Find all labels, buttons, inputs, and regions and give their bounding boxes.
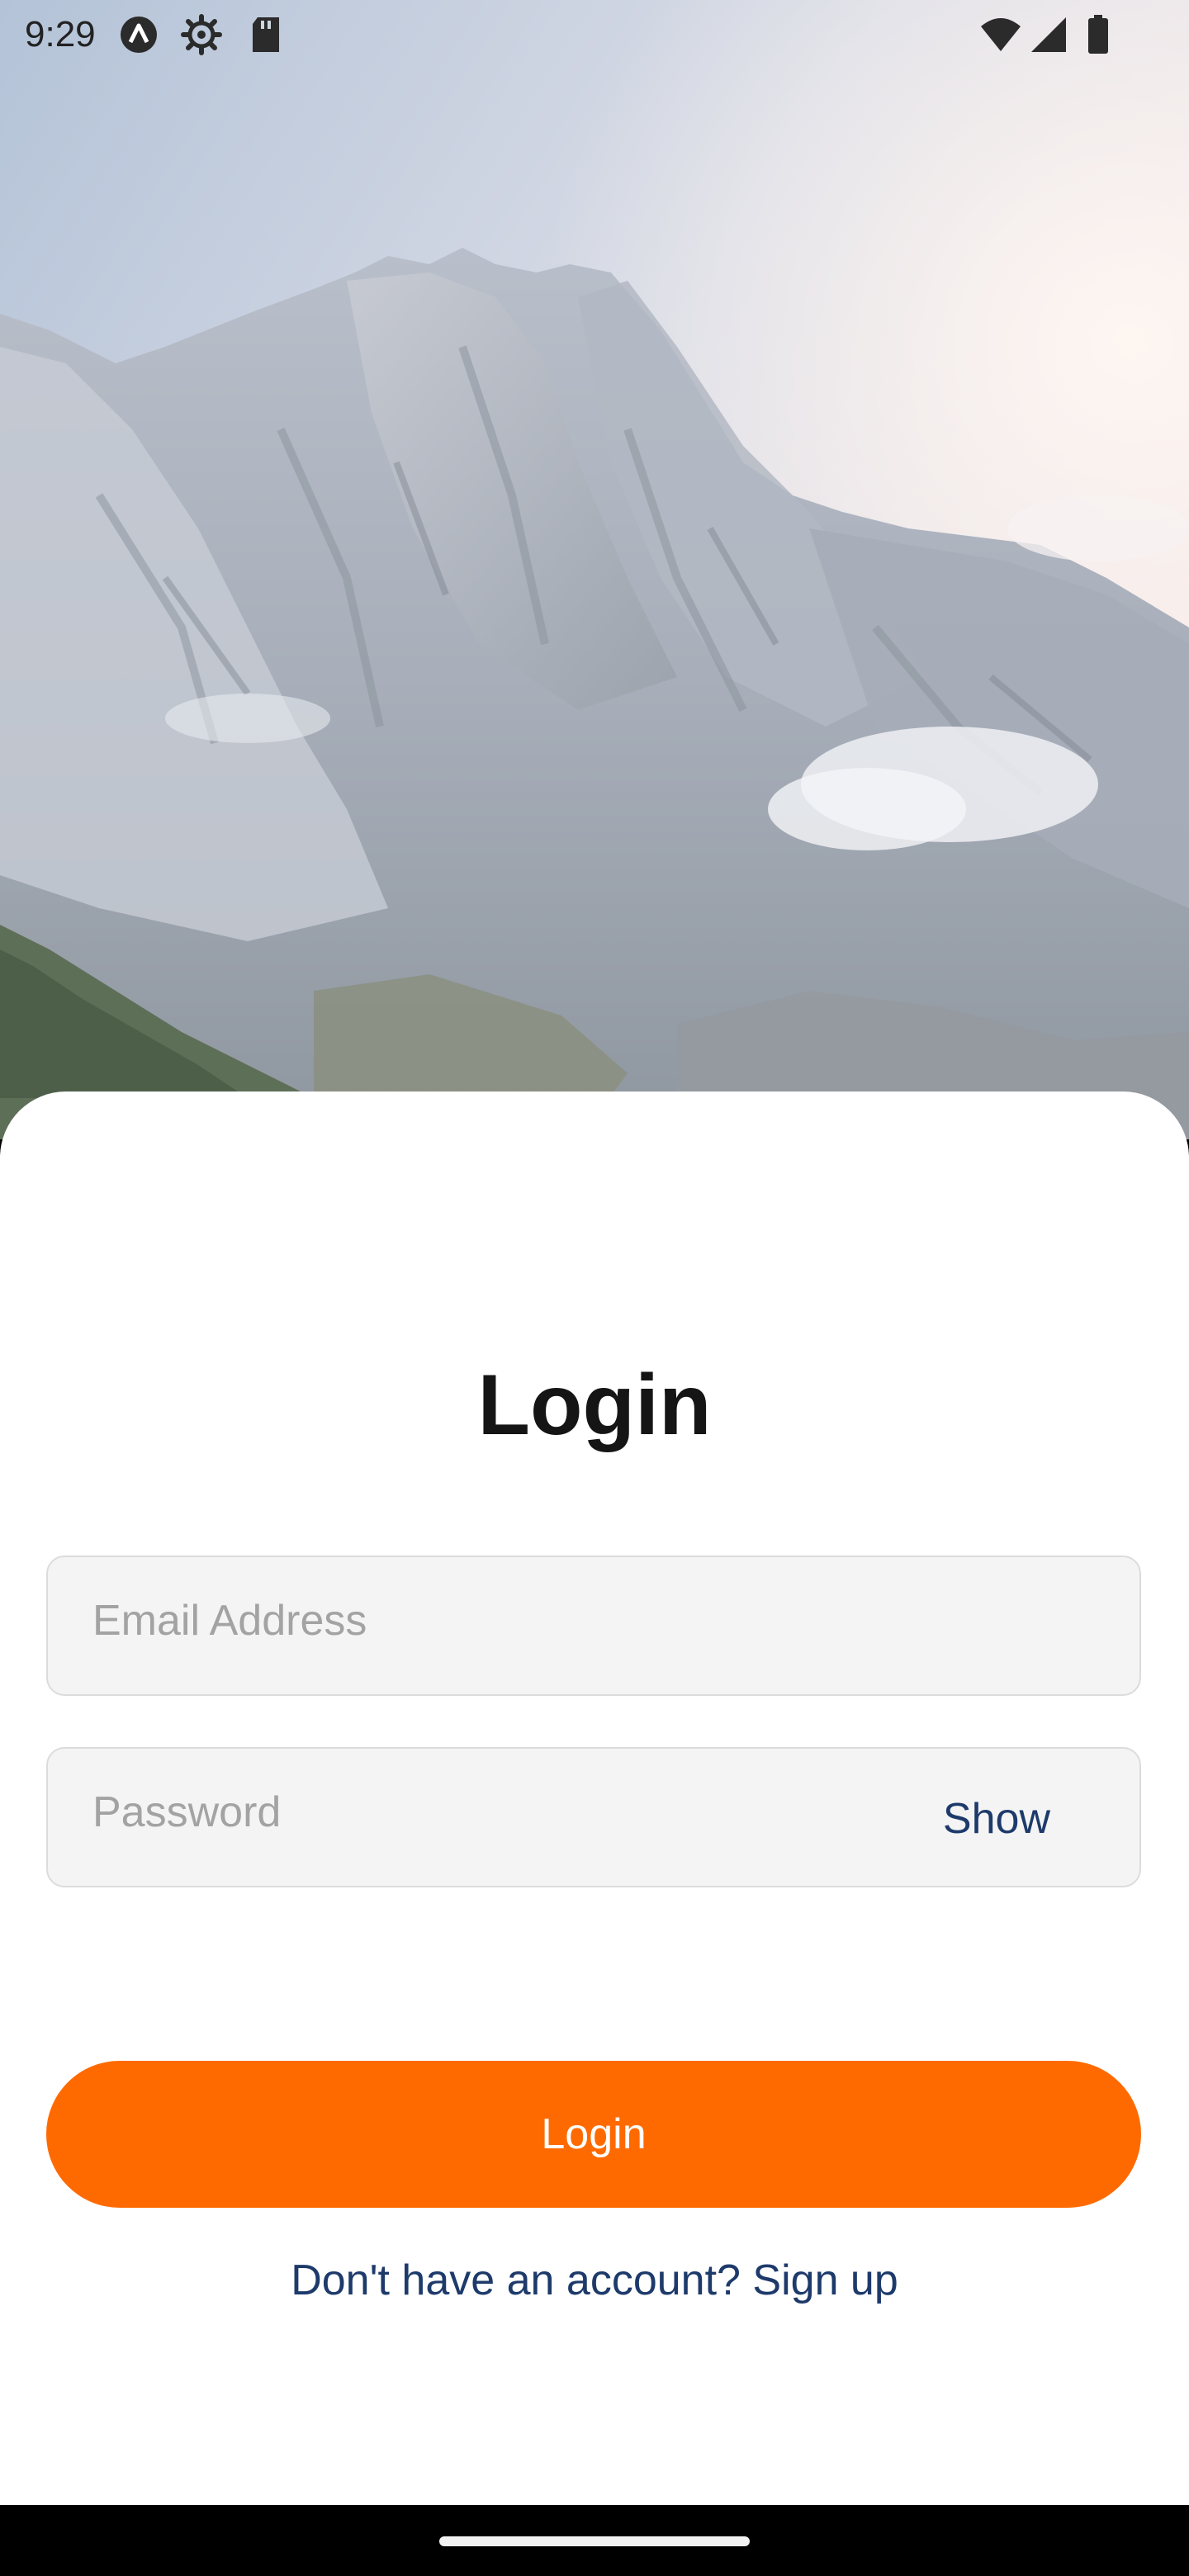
status-time: 9:29: [25, 14, 96, 54]
password-input[interactable]: [92, 1744, 918, 1881]
cell-signal-icon: [1027, 13, 1070, 56]
email-input[interactable]: [92, 1552, 918, 1689]
settings-icon: [180, 13, 223, 56]
navigation-bar: [0, 2505, 1189, 2576]
show-password-button[interactable]: Show: [943, 1749, 1050, 1886]
wifi-icon: [979, 13, 1022, 56]
hero-mountain-image: [0, 0, 1189, 1139]
page-title: Login: [477, 1357, 712, 1453]
sd-card-icon: [244, 13, 287, 56]
battery-icon: [1077, 13, 1120, 56]
status-bar: 9:29: [0, 0, 1189, 69]
password-field[interactable]: Show: [46, 1744, 1141, 1887]
home-indicator[interactable]: [439, 2536, 750, 2546]
signup-link[interactable]: Don't have an account? Sign up: [0, 2254, 1189, 2307]
email-field[interactable]: [46, 1552, 1141, 1696]
login-button[interactable]: Login: [46, 2061, 1141, 2208]
expo-icon: [117, 13, 160, 56]
login-card: Login Show Login Don't have an account? …: [0, 1091, 1189, 2505]
app-screen: 9:29 Login Email Address Show Login Don'…: [0, 0, 1189, 2576]
